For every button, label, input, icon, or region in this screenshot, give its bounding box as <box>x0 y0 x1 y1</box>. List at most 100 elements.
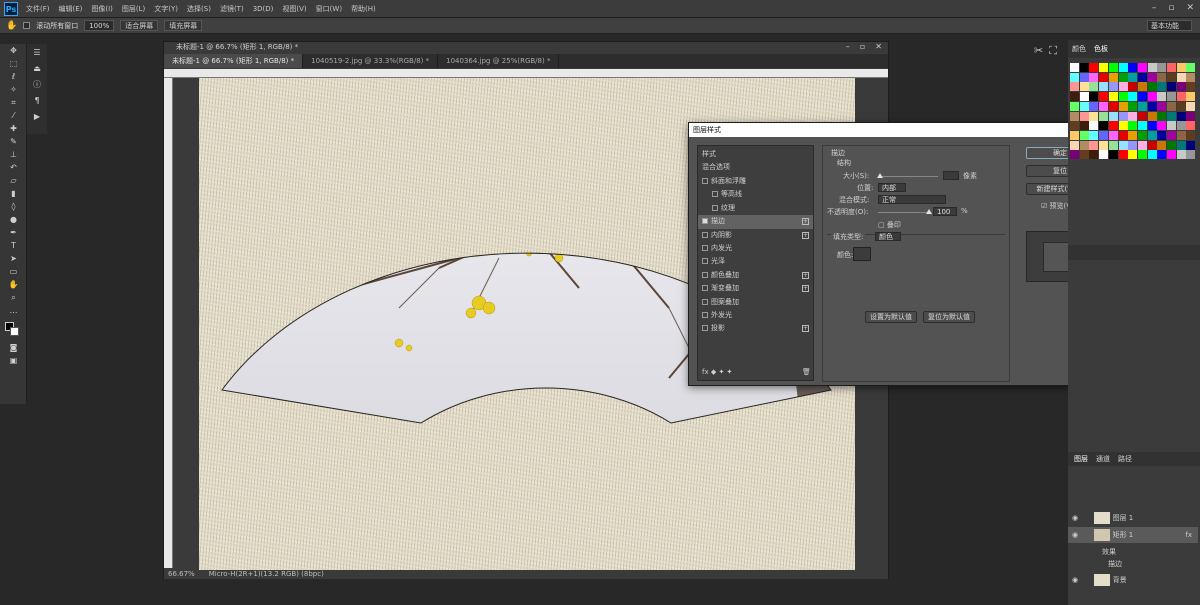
color-swatch[interactable] <box>1128 72 1138 82</box>
effect-item[interactable]: 内阴影 + <box>698 229 813 242</box>
color-swatch[interactable] <box>1137 140 1147 150</box>
color-swatch[interactable] <box>1079 72 1089 82</box>
color-swatch[interactable] <box>1128 101 1138 111</box>
effect-item[interactable]: 等高线 <box>698 188 813 201</box>
tab-paths[interactable]: 路径 <box>1118 452 1132 466</box>
menu-type[interactable]: 文字(Y) <box>154 4 178 14</box>
effect-checkbox[interactable] <box>702 271 708 278</box>
effect-item[interactable]: 描边 + <box>698 215 813 229</box>
effect-item[interactable]: 内发光 <box>698 242 813 255</box>
color-swatch[interactable] <box>1128 140 1138 150</box>
color-swatch[interactable] <box>1157 121 1167 131</box>
color-swatch[interactable] <box>1118 101 1128 111</box>
effect-item[interactable]: 纹理 <box>698 202 813 215</box>
color-swatch[interactable] <box>1176 150 1186 160</box>
color-swatch[interactable] <box>1186 111 1196 121</box>
zoom-tool-icon[interactable]: ⌕ <box>0 291 27 304</box>
color-swatch[interactable] <box>1186 72 1196 82</box>
history-icon[interactable]: ☰ <box>27 44 47 60</box>
scroll-all-checkbox[interactable] <box>23 22 31 29</box>
lasso-tool-icon[interactable]: ℓ <box>0 70 27 83</box>
color-swatch[interactable] <box>1079 150 1089 160</box>
color-swatch[interactable] <box>1089 92 1099 102</box>
color-swatch[interactable] <box>1147 130 1157 140</box>
color-swatch[interactable] <box>1137 72 1147 82</box>
color-swatch[interactable] <box>1099 140 1109 150</box>
tab-layers[interactable]: 图层 <box>1074 452 1088 466</box>
rectangle-tool-icon[interactable]: ▭ <box>0 265 27 278</box>
color-swatch[interactable] <box>1137 63 1147 72</box>
effect-checkbox[interactable] <box>702 245 708 251</box>
color-swatch[interactable] <box>1176 92 1186 102</box>
fill-type-select[interactable]: 颜色 <box>875 232 901 241</box>
color-swatch[interactable] <box>1070 82 1079 92</box>
effect-item[interactable]: 颜色叠加 + <box>698 269 813 282</box>
paragraph-icon[interactable]: ¶ <box>27 92 47 108</box>
color-swatch[interactable] <box>1147 121 1157 131</box>
color-swatch[interactable] <box>1128 111 1138 121</box>
color-swatch[interactable] <box>1079 92 1089 102</box>
color-swatch[interactable] <box>1099 150 1109 160</box>
zoom-field[interactable]: 100% <box>84 20 115 31</box>
move-tool-icon[interactable]: ✥ <box>0 44 27 57</box>
color-swatch[interactable] <box>1167 72 1176 82</box>
color-swatch[interactable] <box>1099 72 1109 82</box>
color-swatch[interactable] <box>1186 130 1196 140</box>
opacity-slider-thumb[interactable] <box>926 209 932 214</box>
color-swatch[interactable] <box>1186 140 1196 150</box>
color-swatch[interactable] <box>1108 72 1118 82</box>
restore-icon[interactable]: ▫ <box>860 42 865 51</box>
color-swatch[interactable] <box>1089 72 1099 82</box>
color-swatch[interactable] <box>1157 101 1167 111</box>
color-swatch[interactable] <box>1089 121 1099 131</box>
color-swatch[interactable] <box>1089 140 1099 150</box>
magic-wand-icon[interactable]: ✧ <box>0 83 27 96</box>
color-swatch[interactable] <box>1118 121 1128 131</box>
color-swatch[interactable] <box>1118 82 1128 92</box>
effect-checkbox[interactable] <box>702 218 708 225</box>
color-swatch[interactable] <box>1118 130 1128 140</box>
color-swatch[interactable] <box>1137 150 1147 160</box>
color-swatch[interactable] <box>1070 130 1079 140</box>
color-swatch[interactable] <box>1186 101 1196 111</box>
color-swatch[interactable] <box>1167 111 1176 121</box>
menu-layer[interactable]: 图层(L) <box>122 4 145 14</box>
pen-tool-icon[interactable]: ✒ <box>0 226 27 239</box>
color-swatch[interactable] <box>1157 140 1167 150</box>
tab-swatches[interactable]: 色板 <box>1094 40 1108 58</box>
color-swatch[interactable] <box>1128 121 1138 131</box>
effect-checkbox[interactable] <box>702 231 708 238</box>
color-swatch[interactable] <box>1099 121 1109 131</box>
color-swatch[interactable] <box>1176 82 1186 92</box>
color-swatch[interactable] <box>1147 72 1157 82</box>
color-swatch[interactable] <box>1108 63 1118 72</box>
gradient-tool-icon[interactable]: ▮ <box>0 187 27 200</box>
zoom-level[interactable]: 66.67% <box>168 569 195 579</box>
fx-footer[interactable]: fx ◆ ✦ ✦ <box>698 366 813 379</box>
effect-checkbox[interactable] <box>702 312 708 318</box>
workspace-select[interactable]: 基本功能 <box>1147 20 1192 31</box>
color-swatch[interactable] <box>1157 63 1167 72</box>
menu-file[interactable]: 文件(F) <box>26 4 50 14</box>
color-swatch[interactable] <box>1079 101 1089 111</box>
quick-mask-icon[interactable]: ◙ <box>0 341 27 354</box>
color-swatch[interactable] <box>1099 130 1109 140</box>
color-swatch[interactable] <box>1147 150 1157 160</box>
add-effect-icon[interactable]: + <box>802 231 809 239</box>
color-swatch[interactable] <box>1070 92 1079 102</box>
tab-channels[interactable]: 通道 <box>1096 452 1110 466</box>
color-swatch[interactable] <box>1089 101 1099 111</box>
color-swatch[interactable] <box>1070 121 1079 131</box>
color-swatch[interactable] <box>1128 130 1138 140</box>
color-swatch[interactable] <box>1118 63 1128 72</box>
color-swatch[interactable] <box>1128 82 1138 92</box>
crop-tool-icon[interactable]: ⌗ <box>0 96 27 109</box>
color-swatch[interactable] <box>1079 63 1089 72</box>
type-tool-icon[interactable]: T <box>0 239 27 252</box>
size-slider-thumb[interactable] <box>877 173 883 178</box>
color-swatch[interactable] <box>1147 111 1157 121</box>
doc-tab-2[interactable]: 1040519-2.jpg @ 33.3%(RGB/8) * <box>303 54 439 68</box>
color-swatch[interactable] <box>1176 130 1186 140</box>
color-swatch[interactable] <box>1186 63 1196 72</box>
dodge-tool-icon[interactable]: ● <box>0 213 27 226</box>
